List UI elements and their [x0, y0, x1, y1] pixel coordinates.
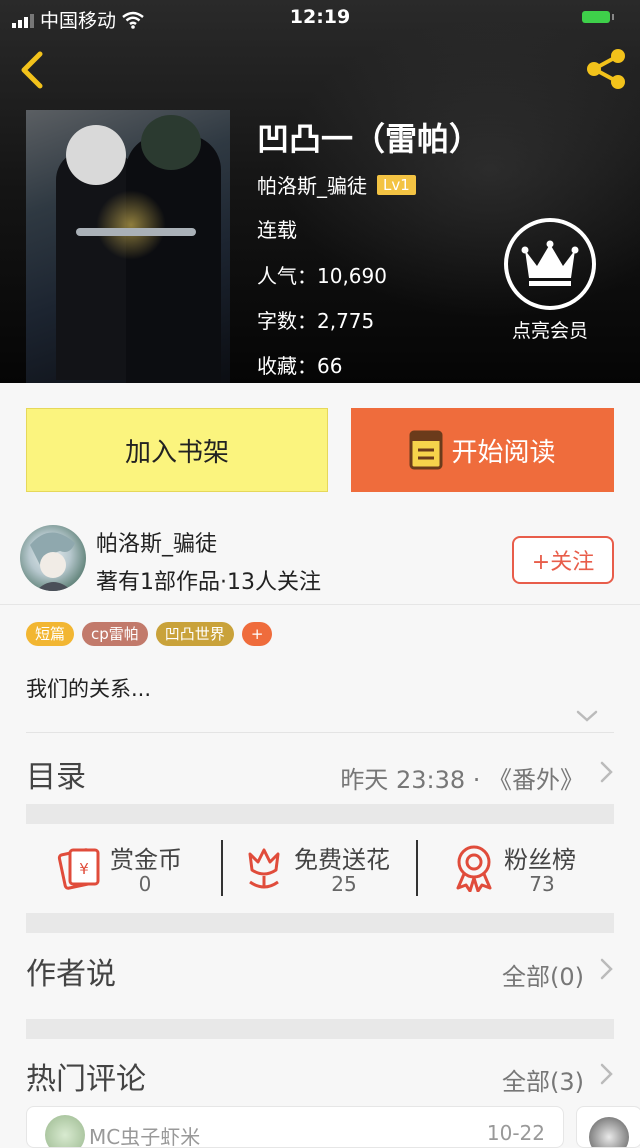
red-envelope-icon: ¥ [57, 848, 100, 890]
free-flowers-button[interactable]: 免费送花 25 [244, 826, 424, 913]
fans-label: 粉丝榜 [504, 846, 576, 874]
tag-chip[interactable]: 短篇 [26, 622, 75, 646]
word-count-label: 字数： [257, 309, 317, 333]
book-title: 凹凸一（雷帕） [257, 120, 482, 158]
word-count: 字数：2,775 [257, 305, 374, 334]
popularity-value: 10,690 [317, 264, 387, 288]
status-bar: 中国移动 12:19 [0, 0, 640, 36]
author-name[interactable]: 帕洛斯_骗徒 [96, 526, 217, 558]
add-to-shelf-button[interactable]: 加入书架 [26, 408, 328, 492]
hot-comments-row[interactable]: 热门评论 全部(3) [26, 1042, 614, 1102]
flower-icon [248, 848, 280, 889]
comment-card[interactable] [576, 1106, 640, 1148]
reward-label: 赏金币 [110, 846, 182, 874]
separator [416, 840, 418, 896]
follow-button[interactable]: +关注 [512, 536, 614, 584]
popularity-label: 人气： [257, 264, 317, 288]
share-button[interactable] [582, 45, 630, 93]
comment-card[interactable]: MC虫子虾米 10-22 [26, 1106, 564, 1148]
expand-description-button[interactable] [574, 706, 600, 726]
crown-icon [521, 240, 579, 286]
favorites-label: 收藏： [257, 354, 317, 378]
clock: 12:19 [289, 6, 351, 28]
commenter-avatar [45, 1115, 85, 1147]
book-cover[interactable] [26, 110, 230, 383]
chevron-right-icon [600, 958, 613, 980]
back-button[interactable] [14, 50, 50, 90]
tag-list: 短篇 cp雷帕 凹凸世界 + [26, 622, 273, 646]
reward-count: 0 [138, 872, 152, 896]
toc-row[interactable]: 目录 昨天 23:38 · 《番外》 [26, 740, 614, 800]
commenter-avatar [589, 1117, 629, 1147]
avatar-figure-icon [30, 532, 75, 591]
fan-ranking-button[interactable]: 粉丝榜 73 [454, 826, 614, 913]
author-link[interactable]: 帕洛斯_骗徒 [257, 170, 367, 199]
book-description: 我们的关系... [26, 677, 152, 701]
author-card: 帕洛斯_骗徒 著有1部作品·13人关注 +关注 [0, 508, 640, 605]
author-says-label: 作者说 [26, 957, 116, 992]
author-says-row[interactable]: 作者说 全部(0) [26, 937, 614, 997]
commenter-name: MC虫子虾米 [89, 1125, 201, 1148]
start-reading-button[interactable]: 开始阅读 [351, 408, 614, 492]
author-says-all: 全部(0) [502, 963, 584, 991]
chevron-down-icon [576, 710, 598, 722]
section-gap [26, 913, 614, 933]
vip-label: 点亮会员 [511, 320, 588, 342]
separator [221, 840, 223, 896]
svg-text:¥: ¥ [79, 860, 89, 878]
tag-chip[interactable]: 凹凸世界 [155, 622, 234, 646]
share-icon [587, 49, 625, 89]
book-header: 中国移动 12:19 凹凸一（雷帕） 帕洛斯_骗徒 Lv1 连载 人气：10,6… [0, 0, 640, 383]
add-tag-button[interactable]: + [241, 622, 273, 646]
battery-icon [582, 11, 614, 23]
tag-chip[interactable]: cp雷帕 [82, 622, 148, 646]
favorites-value: 66 [317, 354, 343, 378]
chevron-left-icon [21, 51, 43, 89]
divider [26, 732, 614, 733]
vip-button[interactable]: 点亮会员 [500, 218, 600, 343]
favorites: 收藏：66 [257, 350, 342, 379]
latest-chapter: 昨天 23:38 · 《番外》 [340, 766, 584, 794]
section-gap [26, 1019, 614, 1039]
level-badge: Lv1 [377, 174, 416, 195]
chevron-right-icon [600, 761, 613, 783]
comment-date: 10-22 [486, 1121, 545, 1145]
start-reading-label: 开始阅读 [451, 437, 556, 468]
section-gap [26, 804, 614, 824]
toc-label: 目录 [26, 760, 86, 795]
hot-comments-all: 全部(3) [502, 1068, 584, 1096]
book-icon [409, 430, 443, 470]
chevron-right-icon [600, 1063, 613, 1085]
reward-coins-button[interactable]: ¥ 赏金币 0 [56, 826, 226, 913]
hot-comments-label: 热门评论 [26, 1062, 146, 1097]
author-line: 帕洛斯_骗徒 Lv1 [257, 170, 416, 199]
flowers-label: 免费送花 [294, 846, 390, 874]
serial-status: 连载 [257, 218, 297, 242]
stats-row: ¥ 赏金币 0 免费送花 25 粉丝榜 73 [26, 826, 614, 913]
medal-icon [456, 845, 492, 892]
word-count-value: 2,775 [317, 309, 375, 333]
flowers-count: 25 [331, 872, 357, 896]
popularity: 人气：10,690 [257, 260, 387, 289]
fans-count: 73 [529, 872, 555, 896]
avatar[interactable] [20, 525, 86, 591]
author-stats: 著有1部作品·13人关注 [96, 570, 321, 595]
